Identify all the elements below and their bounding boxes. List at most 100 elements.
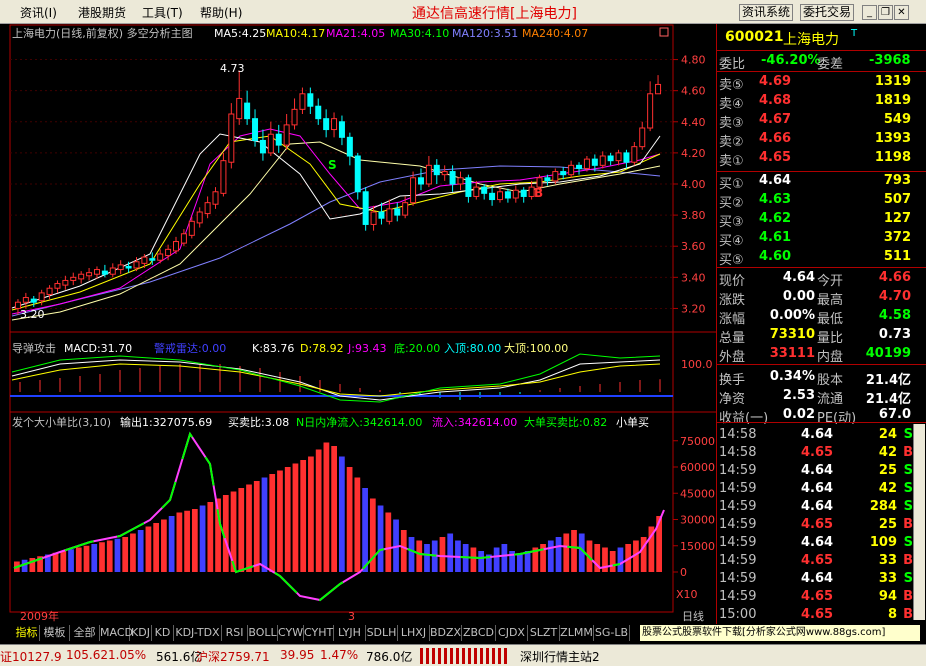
- tick-time: 14:59: [719, 553, 757, 568]
- tick-row[interactable]: 14:59 4.64 25 S: [717, 462, 926, 480]
- tab-指标[interactable]: 指标: [14, 625, 40, 641]
- tab-slzt[interactable]: SLZT: [528, 625, 560, 641]
- tick-row[interactable]: 14:59 4.65 94 B: [717, 588, 926, 606]
- stat-row: 换手 0.34% 股本 21.4亿: [717, 368, 926, 388]
- tick-row[interactable]: 14:58 4.64 24 S: [717, 426, 926, 444]
- tick-volume: 24: [878, 427, 897, 442]
- price-axis-label: 3.80: [681, 209, 706, 222]
- tab-macd[interactable]: MACD: [100, 625, 133, 641]
- tab-cyht[interactable]: CYHT: [304, 625, 334, 641]
- tick-row[interactable]: 14:59 4.64 109 S: [717, 534, 926, 552]
- tab-lyjh[interactable]: LYJH: [334, 625, 366, 641]
- close-icon[interactable]: ✕: [894, 5, 909, 20]
- tick-row[interactable]: 14:59 4.64 42 S: [717, 480, 926, 498]
- kdj-d-line: [11, 363, 661, 397]
- tab-全部[interactable]: 全部: [70, 625, 100, 641]
- vol-bar: [284, 467, 291, 572]
- candle-body: [38, 292, 45, 302]
- tab-cyw[interactable]: CYW: [278, 625, 304, 641]
- stat-value: 4.58: [878, 308, 911, 323]
- tab-boll[interactable]: BOLL: [248, 625, 278, 641]
- candle-body: [402, 202, 409, 216]
- stat-value: 21.4亿: [865, 392, 911, 407]
- divider: [717, 50, 926, 51]
- hs-amount: 786.0亿: [366, 650, 413, 664]
- price-axis-label: 3.40: [681, 271, 706, 284]
- tick-price: 4.65: [801, 553, 834, 568]
- candle-body: [315, 105, 322, 120]
- tab-rsi[interactable]: RSI: [222, 625, 248, 641]
- menu-item-hk-futures[interactable]: 港股期货: [78, 4, 126, 21]
- tab-bdzx[interactable]: BDZX: [430, 625, 462, 641]
- tick-row[interactable]: 14:59 4.64 33 S: [717, 570, 926, 588]
- bid-volume: 793: [883, 173, 911, 188]
- divider: [717, 422, 926, 423]
- candle-body: [489, 192, 496, 201]
- tick-row[interactable]: 14:59 4.65 25 B: [717, 516, 926, 534]
- menu-item-tools[interactable]: 工具(T): [142, 4, 183, 21]
- tab-lhxj[interactable]: LHXJ: [398, 625, 430, 641]
- candle-body: [417, 177, 424, 185]
- vol-bar: [91, 544, 98, 572]
- tick-row[interactable]: 14:58 4.65 42 B: [717, 444, 926, 462]
- vol-bar: [609, 551, 616, 572]
- tick-volume: 25: [878, 463, 897, 478]
- tab-kdj[interactable]: KDJ: [130, 625, 152, 641]
- price-axis-label: 3.20: [681, 302, 706, 315]
- low-label: 3.20: [20, 308, 45, 321]
- ask-row: 卖⑤ 4.69 1319: [717, 73, 926, 93]
- stat-label: 净资: [719, 392, 746, 407]
- tab-sg-lb[interactable]: SG-LB: [594, 625, 630, 641]
- market-bar-icon: [420, 648, 508, 664]
- tab-zbcd[interactable]: ZBCD: [462, 625, 496, 641]
- candle-body: [449, 171, 456, 185]
- menu-item-help[interactable]: 帮助(H): [200, 4, 242, 21]
- tab-sdlh[interactable]: SDLH: [366, 625, 398, 641]
- bid-label: 买⑤: [719, 253, 744, 268]
- stat-value: 67.0: [878, 407, 911, 422]
- minimize-icon[interactable]: _: [862, 5, 877, 20]
- status-bar: 证10127.9 105.62 1.05% 561.6亿 沪深2759.71 3…: [0, 644, 926, 666]
- tick-row[interactable]: 14:59 4.64 284 S: [717, 498, 926, 516]
- tick-scrollbar[interactable]: [913, 424, 925, 620]
- menu-item-info[interactable]: 资讯(I): [20, 4, 57, 21]
- news-system-button[interactable]: 资讯系统: [739, 4, 794, 21]
- candle-body: [133, 261, 140, 269]
- stat-value: 4.66: [878, 270, 911, 285]
- chart-area[interactable]: 4.80 4.60 4.40 4.20 4.00 3.80 3.60 3.40 3.20 750…: [0, 24, 716, 624]
- bid-price: 4.63: [759, 192, 792, 207]
- candle-body: [157, 253, 164, 261]
- chart-svg[interactable]: 4.80 4.60 4.40 4.20 4.00 3.80 3.60 3.40 3.20 750…: [0, 24, 716, 624]
- vol-bar: [253, 481, 260, 572]
- stat-value: 0.00%: [769, 308, 815, 323]
- year-label: 2009年: [20, 609, 59, 623]
- ad-banner[interactable]: 股票公式股票软件下载[分析家公式网www.88gs.com]: [640, 625, 920, 641]
- tick-time: 14:59: [719, 517, 757, 532]
- tab-cjdx[interactable]: CJDX: [496, 625, 528, 641]
- tab-kd[interactable]: KD: [152, 625, 174, 641]
- tab-zlmm[interactable]: ZLMM: [560, 625, 594, 641]
- restore-icon[interactable]: ❐: [878, 5, 893, 20]
- candle-body: [275, 133, 282, 146]
- vol-bar: [308, 456, 314, 572]
- candle-body: [212, 191, 219, 205]
- sh-index: 证10127.9: [0, 650, 62, 664]
- divider: [717, 364, 926, 365]
- tab-kdj-tdx[interactable]: KDJ-TDX: [174, 625, 222, 641]
- tick-row[interactable]: 15:00 4.65 8 B: [717, 606, 926, 624]
- tick-direction: S: [903, 481, 913, 496]
- chart-expand-icon[interactable]: [659, 27, 669, 37]
- vol-axis-label: 30000: [680, 514, 715, 527]
- vol-bar: [83, 545, 90, 572]
- vol-bar: [416, 540, 423, 572]
- tick-row[interactable]: 14:59 4.65 33 B: [717, 552, 926, 570]
- candle-body: [62, 279, 69, 286]
- vol-title: 发个大小单比(3,10): [12, 415, 111, 429]
- candle-body: [346, 136, 353, 157]
- ask-row: 卖③ 4.67 549: [717, 111, 926, 131]
- vol-bar: [207, 502, 214, 572]
- trade-button[interactable]: 委托交易: [800, 4, 855, 21]
- bid-label: 买④: [719, 234, 744, 249]
- candle-body: [560, 171, 567, 176]
- tab-模板[interactable]: 模板: [40, 625, 70, 641]
